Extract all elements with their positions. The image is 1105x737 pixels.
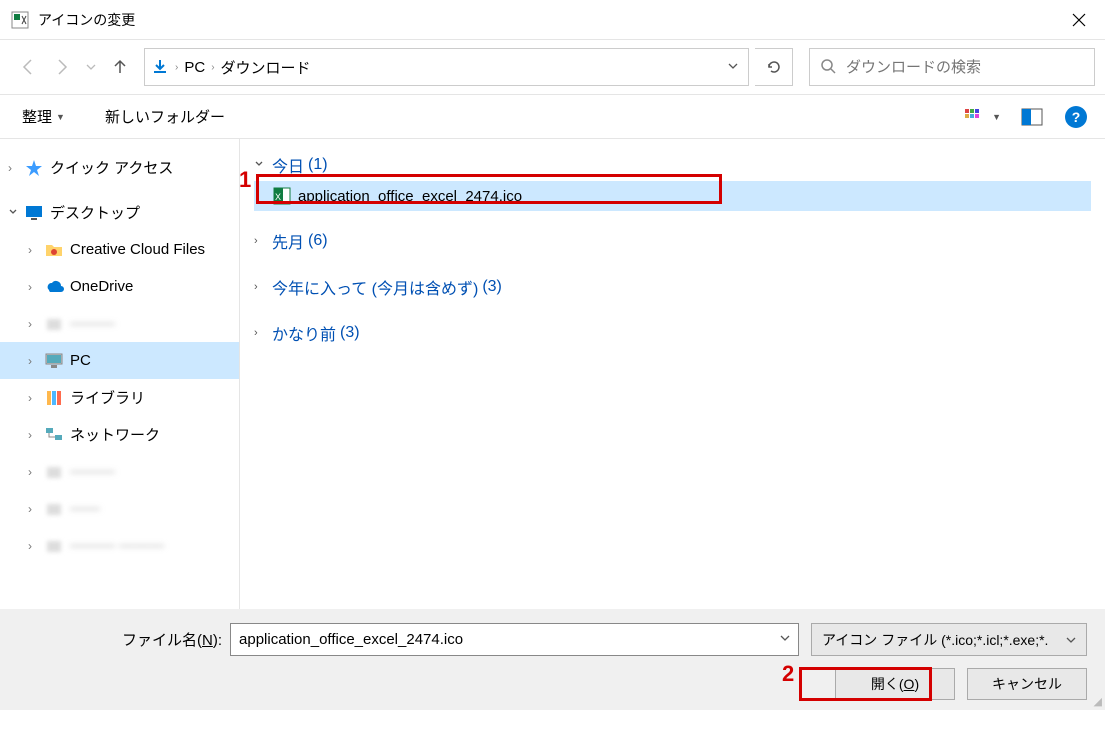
window-title: アイコンの変更: [38, 10, 1056, 30]
desktop-icon: [24, 203, 44, 223]
body: › クイック アクセス デスクトップ › Creative Cloud File…: [0, 139, 1105, 609]
address-dropdown-icon[interactable]: [728, 61, 738, 74]
annotation-label-1: 1: [239, 167, 251, 193]
chevron-down-icon: [254, 159, 272, 172]
sidebar: › クイック アクセス デスクトップ › Creative Cloud File…: [0, 139, 240, 609]
resize-grip-icon[interactable]: ◢: [1094, 695, 1102, 708]
back-button[interactable]: [14, 53, 42, 81]
chevron-right-icon: ›: [254, 235, 272, 247]
sidebar-item-onedrive[interactable]: › OneDrive: [0, 268, 239, 305]
toolbar: 整理▼ 新しいフォルダー ▼ ?: [0, 95, 1105, 139]
search-box[interactable]: [809, 48, 1095, 86]
footer: ファイル名(N): アイコン ファイル (*.ico;*.icl;*.exe;*…: [0, 609, 1105, 710]
search-input[interactable]: [846, 59, 1084, 76]
help-button[interactable]: ?: [1065, 106, 1087, 128]
new-folder-button[interactable]: 新しいフォルダー: [105, 106, 225, 127]
file-item[interactable]: X application_office_excel_2474.ico: [254, 181, 1091, 211]
sidebar-item-quick-access[interactable]: › クイック アクセス: [0, 149, 239, 186]
group-header-thisyear[interactable]: › 今年に入って (今月は含めず) (3): [254, 271, 1091, 303]
svg-text:X: X: [275, 192, 281, 202]
sidebar-item-library[interactable]: › ライブラリ: [0, 379, 239, 416]
app-icon: [10, 10, 30, 30]
group-today: 今日 (1) X application_office_excel_2474.i…: [254, 149, 1091, 211]
star-icon: [24, 158, 44, 178]
download-folder-icon: [151, 58, 169, 76]
sidebar-item-creative-cloud[interactable]: › Creative Cloud Files: [0, 231, 239, 268]
close-button[interactable]: [1056, 5, 1101, 35]
pc-icon: [44, 351, 64, 371]
organize-menu[interactable]: 整理▼: [22, 106, 65, 127]
refresh-button[interactable]: [755, 48, 793, 86]
open-button[interactable]: 開く(O): [835, 668, 955, 700]
cancel-button[interactable]: キャンセル: [967, 668, 1087, 700]
titlebar: アイコンの変更: [0, 0, 1105, 40]
forward-button[interactable]: [48, 53, 76, 81]
preview-pane-button[interactable]: [1021, 108, 1043, 126]
annotation-label-2: 2: [782, 661, 794, 687]
filetype-filter[interactable]: アイコン ファイル (*.ico;*.icl;*.exe;*.: [811, 623, 1087, 656]
filename-label: ファイル名(N):: [122, 629, 222, 650]
sidebar-item-desktop[interactable]: デスクトップ: [0, 194, 239, 231]
group-header-today[interactable]: 今日 (1): [254, 149, 1091, 181]
recent-dropdown[interactable]: [82, 62, 100, 72]
sidebar-item-pc[interactable]: › PC: [0, 342, 239, 379]
sidebar-item-hidden[interactable]: › ———: [0, 305, 239, 342]
network-icon: [44, 425, 64, 445]
file-list: 今日 (1) X application_office_excel_2474.i…: [240, 139, 1105, 609]
library-icon: [44, 388, 64, 408]
search-icon: [820, 58, 836, 77]
navbar: › PC › ダウンロード: [0, 40, 1105, 95]
chevron-right-icon: ›: [254, 327, 272, 339]
up-button[interactable]: [106, 53, 134, 81]
breadcrumb-separator-icon: ›: [175, 62, 178, 73]
sidebar-item-network[interactable]: › ネットワーク: [0, 416, 239, 453]
chevron-down-icon: [1066, 632, 1076, 648]
address-bar[interactable]: › PC › ダウンロード: [144, 48, 749, 86]
group-longago: › かなり前 (3): [254, 317, 1091, 349]
view-options-button[interactable]: ▼: [964, 108, 1001, 126]
sidebar-item-hidden[interactable]: › ———: [0, 453, 239, 490]
cc-folder-icon: [44, 240, 64, 260]
sidebar-item-hidden[interactable]: › ——— ———: [0, 527, 239, 564]
breadcrumb-folder[interactable]: ダウンロード: [221, 57, 311, 78]
filename-dropdown-icon[interactable]: [780, 633, 790, 646]
sidebar-item-hidden[interactable]: › ——: [0, 490, 239, 527]
excel-ico-icon: X: [272, 186, 292, 206]
group-header-lastmonth[interactable]: › 先月 (6): [254, 225, 1091, 257]
file-name: application_office_excel_2474.ico: [298, 188, 522, 205]
chevron-right-icon: ›: [254, 281, 272, 293]
onedrive-icon: [44, 277, 64, 297]
filename-field[interactable]: [239, 631, 780, 648]
filename-input[interactable]: [230, 623, 799, 656]
breadcrumb-separator-icon: ›: [211, 62, 214, 73]
group-thisyear: › 今年に入って (今月は含めず) (3): [254, 271, 1091, 303]
group-lastmonth: › 先月 (6): [254, 225, 1091, 257]
breadcrumb-root[interactable]: PC: [184, 59, 205, 76]
group-header-longago[interactable]: › かなり前 (3): [254, 317, 1091, 349]
